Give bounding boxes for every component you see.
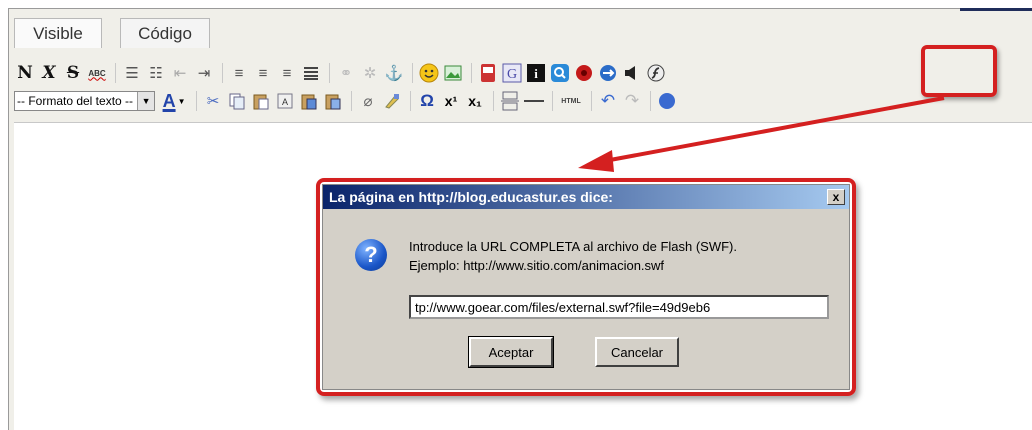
prompt-dialog: La página en http://blog.educastur.es di… — [322, 184, 850, 390]
url-input[interactable]: tp://www.goear.com/files/external.swf?fi… — [409, 295, 829, 319]
close-button[interactable]: x — [827, 189, 845, 205]
accept-button[interactable]: Aceptar — [468, 336, 554, 368]
dialog-message-line-1: Introduce la URL COMPLETA al archivo de … — [409, 239, 737, 254]
dialog-title: La página en http://blog.educastur.es di… — [329, 189, 613, 205]
cancel-button[interactable]: Cancelar — [595, 337, 679, 367]
dialog-message: Introduce la URL COMPLETA al archivo de … — [409, 237, 737, 275]
question-icon: ? — [355, 239, 387, 271]
dialog-message-line-2: Ejemplo: http://www.sitio.com/animacion.… — [409, 258, 665, 273]
dialog-titlebar: La página en http://blog.educastur.es di… — [323, 185, 849, 209]
